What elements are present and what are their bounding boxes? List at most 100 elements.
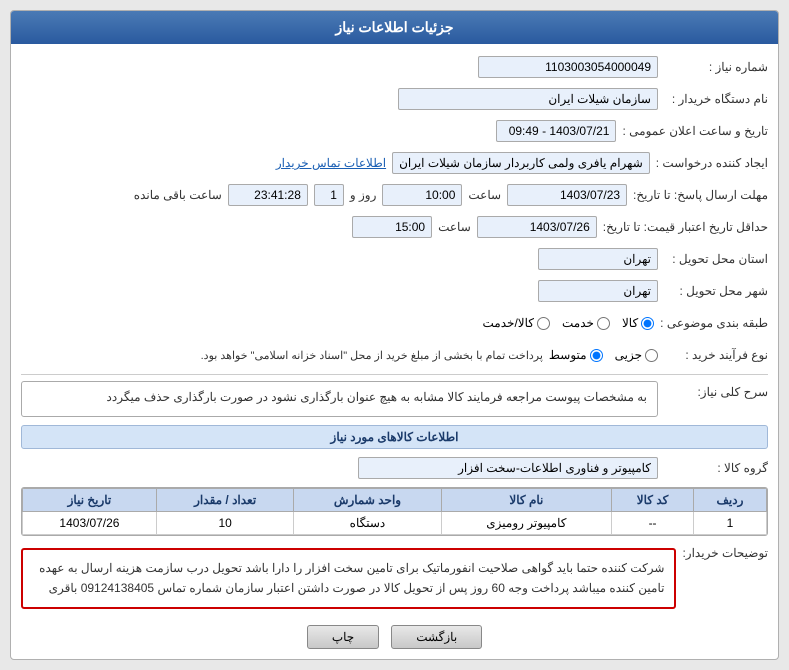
- table-body: 1 -- کامپیوتر رومیزی دستگاه 10 1403/07/2…: [23, 512, 767, 535]
- nam-dastgah-field: سازمان شیلات ایران: [398, 88, 658, 110]
- mohlat-date-field: 1403/07/23: [507, 184, 627, 206]
- nam-dastgah-value: سازمان شیلات ایران: [548, 92, 651, 106]
- table-header-row: ردیف کد کالا نام کالا واحد شمارش تعداد /…: [23, 489, 767, 512]
- shahr-field: تهران: [538, 280, 658, 302]
- radio-khadamat-item: خدمت: [562, 316, 610, 330]
- tozi-label: توضیحات خریدار:: [676, 542, 768, 560]
- radio-motevaset-item: متوسط: [549, 348, 603, 362]
- farayand-radio-group: جزیی متوسط: [549, 348, 658, 362]
- col-kod: کد کالا: [612, 489, 694, 512]
- hadaqal-label: حداقل تاریخ اعتبار قیمت: تا تاریخ:: [597, 220, 768, 234]
- cell-kod: --: [612, 512, 694, 535]
- mohlat-saat-value: 10:00: [425, 188, 455, 202]
- page-title: جزئیات اطلاعات نیاز: [335, 19, 453, 35]
- tozi-box: شرکت کننده حتما باید گواهی صلاحیت انفورم…: [21, 548, 676, 609]
- tarikh-saat-row: تاریخ و ساعت اعلان عمومی : 1403/07/21 - …: [21, 118, 768, 144]
- hadaqal-group: 1403/07/26 ساعت 15:00: [352, 216, 597, 238]
- sarkoli-label: سرح کلی نیاز:: [658, 381, 768, 399]
- shahr-label: شهر محل تحویل :: [658, 284, 768, 298]
- mohlat-rooz-value: 1: [330, 188, 337, 202]
- shahr-row: شهر محل تحویل : تهران: [21, 278, 768, 304]
- radio-motevaset[interactable]: [590, 349, 603, 362]
- ettelas-tamas-link[interactable]: اطلاعات تماس خریدار: [276, 156, 386, 170]
- button-row: بازگشت چاپ: [21, 625, 768, 649]
- radio-kala-khadamat-item: کالا/خدمت: [483, 316, 550, 330]
- ijad-konande-field: شهرام یافری ولمی کاربردار سازمان شیلات ا…: [392, 152, 650, 174]
- mohlat-label: مهلت ارسال پاسخ: تا تاریخ:: [627, 188, 768, 202]
- radio-jozi-label: جزیی: [615, 348, 642, 362]
- table-header: ردیف کد کالا نام کالا واحد شمارش تعداد /…: [23, 489, 767, 512]
- cell-tarikh: 1403/07/26: [23, 512, 157, 535]
- cell-vahed: دستگاه: [294, 512, 441, 535]
- shomare-niaz-field: 1103003054000049: [478, 56, 658, 78]
- sarkoli-text: به مشخصات پیوست مراجعه فرمایند کالا مشاب…: [107, 390, 647, 404]
- nam-dastgah-label: نام دستگاه خریدار :: [658, 92, 768, 106]
- mohlat-row: مهلت ارسال پاسخ: تا تاریخ: 1403/07/23 سا…: [21, 182, 768, 208]
- tabaqe-label: طبقه بندی موضوعی :: [654, 316, 768, 330]
- ijad-konande-label: ایجاد کننده درخواست :: [650, 156, 768, 170]
- ostan-label: استان محل تحویل :: [658, 252, 768, 266]
- cell-radif: 1: [693, 512, 766, 535]
- nam-dastgah-row: نام دستگاه خریدار : سازمان شیلات ایران: [21, 86, 768, 112]
- page-header: جزئیات اطلاعات نیاز: [11, 11, 778, 44]
- radio-jozi[interactable]: [645, 349, 658, 362]
- radio-jozi-item: جزیی: [615, 348, 658, 362]
- shomare-niaz-row: شماره نیاز : 1103003054000049: [21, 54, 768, 80]
- noe-farayand-label: نوع فرآیند خرید :: [658, 348, 768, 362]
- radio-khadamat[interactable]: [597, 317, 610, 330]
- ostan-row: استان محل تحویل : تهران: [21, 246, 768, 272]
- divider-1: [21, 374, 768, 375]
- tozi-row: توضیحات خریدار: شرکت کننده حتما باید گوا…: [21, 542, 768, 615]
- col-vahed: واحد شمارش: [294, 489, 441, 512]
- mohlat-rooz-label: روز و: [350, 188, 377, 202]
- noe-farayand-group: جزیی متوسط پرداخت تمام با بخشی از مبلغ خ…: [201, 348, 658, 362]
- radio-khadamat-label: خدمت: [562, 316, 594, 330]
- hadaqal-date-field: 1403/07/26: [477, 216, 597, 238]
- cell-tedad: 10: [156, 512, 294, 535]
- mohlat-saat-label: ساعت: [468, 188, 501, 202]
- ostan-field: تهران: [538, 248, 658, 270]
- col-tedad: تعداد / مقدار: [156, 489, 294, 512]
- mohlat-saat-field: 10:00: [382, 184, 462, 206]
- col-radif: ردیف: [693, 489, 766, 512]
- radio-kala[interactable]: [641, 317, 654, 330]
- hadaqal-date-value: 1403/07/26: [530, 220, 590, 234]
- sarkoli-value: به مشخصات پیوست مراجعه فرمایند کالا مشاب…: [21, 381, 658, 417]
- mohlat-baqi-label: ساعت باقی مانده: [134, 188, 222, 202]
- hadaqal-row: حداقل تاریخ اعتبار قیمت: تا تاریخ: 1403/…: [21, 214, 768, 240]
- tozi-value: شرکت کننده حتما باید گواهی صلاحیت انفورم…: [39, 561, 664, 595]
- ettelas-section-title: اطلاعات کالاهای مورد نیاز: [21, 425, 768, 449]
- mohlat-date-value: 1403/07/23: [560, 188, 620, 202]
- radio-kala-item: کالا: [622, 316, 654, 330]
- groupe-kala-field: کامپیوتر و فناوری اطلاعات-سخت افزار: [358, 457, 658, 479]
- ijad-konande-row: ایجاد کننده درخواست : شهرام یافری ولمی ک…: [21, 150, 768, 176]
- groupe-kala-row: گروه کالا : کامپیوتر و فناوری اطلاعات-سخ…: [21, 455, 768, 481]
- hadaqal-saat-label: ساعت: [438, 220, 471, 234]
- tarikh-saat-field: 1403/07/21 - 09:49: [496, 120, 616, 142]
- kala-table: ردیف کد کالا نام کالا واحد شمارش تعداد /…: [22, 488, 767, 535]
- mohlat-baqi-value: 23:41:28: [254, 188, 301, 202]
- ijad-konande-value: شهرام یافری ولمی کاربردار سازمان شیلات ا…: [399, 156, 643, 170]
- col-tarikh: تاریخ نیاز: [23, 489, 157, 512]
- noe-farayand-row: نوع فرآیند خرید : جزیی متوسط پرداخت تمام…: [21, 342, 768, 368]
- groupe-kala-value: کامپیوتر و فناوری اطلاعات-سخت افزار: [458, 461, 651, 475]
- page-content: شماره نیاز : 1103003054000049 نام دستگاه…: [11, 44, 778, 659]
- col-nam: نام کالا: [441, 489, 612, 512]
- tabaqe-row: طبقه بندی موضوعی : کالا خدمت کالا/خدمت: [21, 310, 768, 336]
- farayand-note: پرداخت تمام با بخشی از مبلغ خرید از محل …: [201, 349, 543, 362]
- shahr-value: تهران: [623, 284, 651, 298]
- shomare-niaz-label: شماره نیاز :: [658, 60, 768, 74]
- kala-table-container: ردیف کد کالا نام کالا واحد شمارش تعداد /…: [21, 487, 768, 536]
- sarkoli-row: سرح کلی نیاز: به مشخصات پیوست مراجعه فرم…: [21, 381, 768, 417]
- radio-kala-khadamat[interactable]: [537, 317, 550, 330]
- mohlat-rooz-field: 1: [314, 184, 344, 206]
- cell-nam: کامپیوتر رومیزی: [441, 512, 612, 535]
- hadaqal-saat-field: 15:00: [352, 216, 432, 238]
- tarikh-saat-value: 1403/07/21 - 09:49: [509, 124, 610, 138]
- ostan-value: تهران: [623, 252, 651, 266]
- radio-kala-label: کالا: [622, 316, 638, 330]
- back-button[interactable]: بازگشت: [391, 625, 482, 649]
- mohlat-group: 1403/07/23 ساعت 10:00 روز و 1 23:41:28 س…: [134, 184, 627, 206]
- main-container: جزئیات اطلاعات نیاز شماره نیاز : 1103003…: [10, 10, 779, 660]
- print-button[interactable]: چاپ: [307, 625, 379, 649]
